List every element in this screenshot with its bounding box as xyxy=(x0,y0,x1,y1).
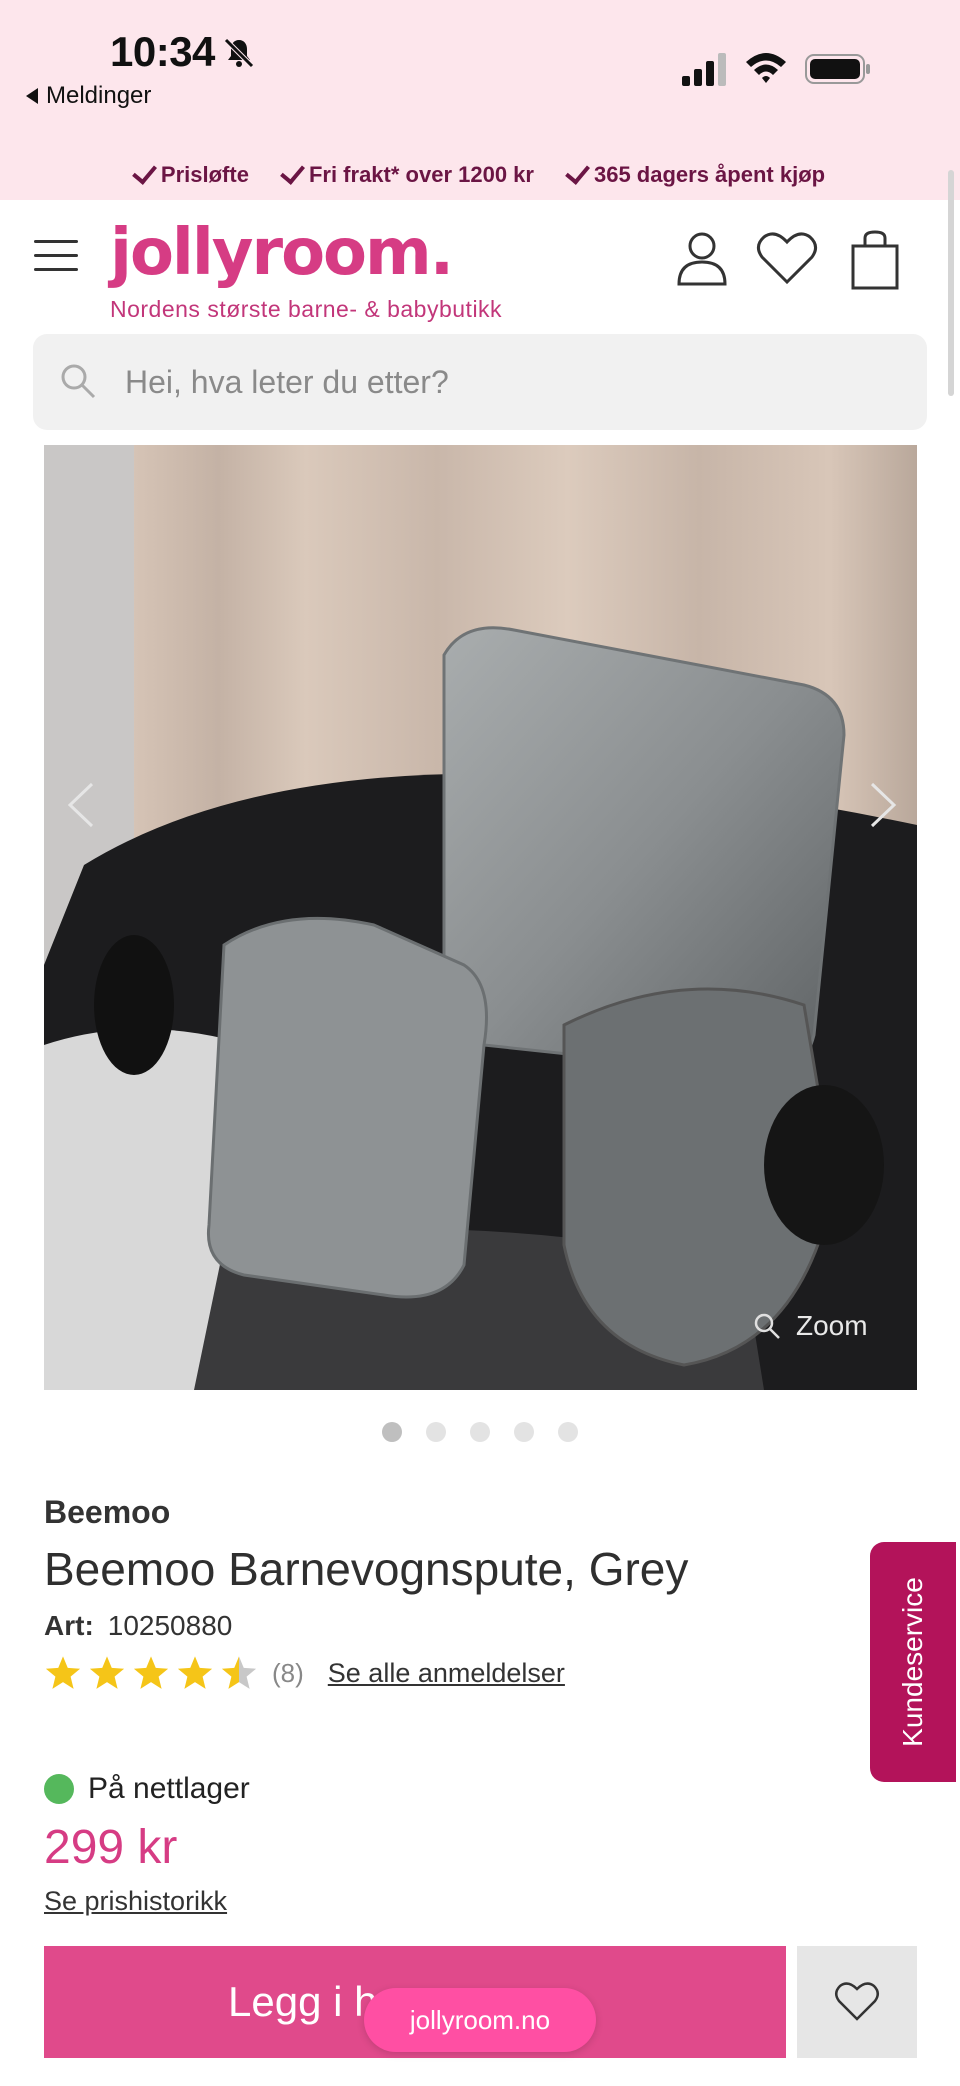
carousel-dot[interactable] xyxy=(382,1422,402,1442)
zoom-label: Zoom xyxy=(796,1310,868,1341)
shopping-bag-icon[interactable] xyxy=(850,230,900,290)
zoom-button[interactable]: Zoom xyxy=(752,1310,868,1342)
check-icon xyxy=(132,159,157,185)
chevron-left-icon[interactable] xyxy=(62,780,102,830)
add-to-wishlist-button[interactable] xyxy=(797,1946,917,2058)
back-arrow-icon xyxy=(26,88,38,104)
hamburger-menu-icon[interactable] xyxy=(34,240,78,274)
star-half-icon xyxy=(221,1656,257,1689)
customer-service-tab[interactable]: Kundeservice xyxy=(870,1542,956,1782)
star-full-icon xyxy=(177,1656,213,1689)
browser-url-pill[interactable]: jollyroom.no xyxy=(364,1988,596,2052)
carousel-dots xyxy=(0,1422,960,1442)
carousel-dot[interactable] xyxy=(470,1422,490,1442)
bell-muted-icon xyxy=(224,38,254,68)
star-full-icon xyxy=(133,1656,169,1689)
in-stock-indicator-icon xyxy=(44,1774,74,1804)
usp-item: Fri frakt* over 1200 kr xyxy=(280,159,534,188)
check-icon xyxy=(280,159,305,185)
wifi-icon xyxy=(746,53,786,83)
product-price: 299 kr xyxy=(44,1821,178,1874)
rating-stars xyxy=(44,1654,258,1692)
usp-text: 365 dagers åpent kjøp xyxy=(593,162,826,187)
search-input[interactable] xyxy=(125,334,905,430)
battery-icon xyxy=(805,54,870,84)
product-title: Beemoo Barnevognspute, Grey xyxy=(44,1543,689,1595)
search-bar[interactable] xyxy=(33,334,927,430)
price-history-link[interactable]: Se prishistorikk xyxy=(44,1886,227,1917)
cellular-signal-icon xyxy=(682,53,726,86)
user-account-icon[interactable] xyxy=(676,230,728,286)
magnifier-icon xyxy=(754,1313,780,1339)
star-full-icon xyxy=(89,1656,125,1689)
usp-item: Prisløfte xyxy=(132,159,249,188)
scrollbar[interactable] xyxy=(948,170,954,396)
star-full-icon xyxy=(45,1656,81,1689)
usp-text: Fri frakt* over 1200 kr xyxy=(308,162,534,187)
usp-item: 365 dagers åpent kjøp xyxy=(565,159,826,188)
carousel-dot[interactable] xyxy=(558,1422,578,1442)
chevron-right-icon[interactable] xyxy=(862,780,902,830)
site-logo[interactable]: jollyroom. xyxy=(110,216,454,290)
article-label: Art: xyxy=(44,1610,94,1641)
carousel-dot[interactable] xyxy=(514,1422,534,1442)
usp-bar: Prisløfte Fri frakt* over 1200 kr 365 da… xyxy=(0,150,960,200)
status-time: 10:34 xyxy=(110,28,215,75)
back-to-app-link[interactable]: Meldinger xyxy=(26,82,151,110)
product-brand[interactable]: Beemoo xyxy=(44,1494,170,1531)
customer-service-label: Kundeservice xyxy=(897,1577,928,1747)
see-all-reviews-link[interactable]: Se alle anmeldelser xyxy=(328,1658,565,1689)
site-tagline: Nordens største barne- & babybutikk xyxy=(110,296,503,322)
stock-status: På nettlager xyxy=(44,1772,250,1806)
review-count: (8) xyxy=(272,1657,304,1688)
carousel-dot[interactable] xyxy=(426,1422,446,1442)
stock-status-label: På nettlager xyxy=(88,1772,250,1805)
search-icon xyxy=(61,364,96,399)
back-app-label: Meldinger xyxy=(46,82,152,109)
article-number: Art: 10250880 xyxy=(44,1610,232,1642)
product-rating: (8) Se alle anmeldelser xyxy=(44,1654,565,1692)
site-header: jollyroom. Nordens største barne- & baby… xyxy=(0,200,960,330)
check-icon xyxy=(565,159,590,185)
heart-icon xyxy=(835,1981,879,2021)
article-value: 10250880 xyxy=(107,1610,233,1641)
product-image[interactable] xyxy=(44,445,917,1390)
wishlist-heart-icon[interactable] xyxy=(756,230,818,286)
product-photo xyxy=(44,445,917,1390)
usp-text: Prisløfte xyxy=(160,162,249,187)
